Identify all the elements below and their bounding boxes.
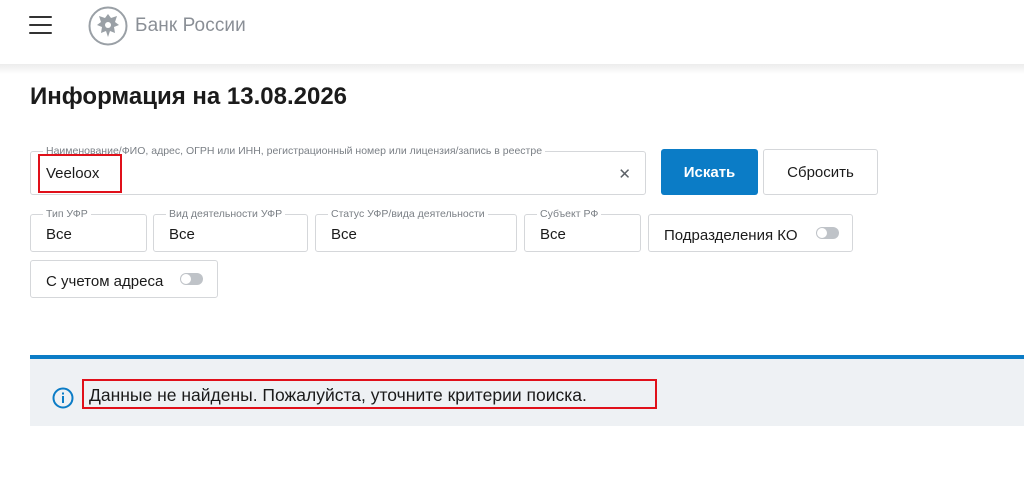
filter-region-value: Все	[540, 226, 566, 243]
info-icon	[52, 387, 74, 409]
address-toggle[interactable]: С учетом адреса	[30, 260, 218, 298]
filter-type-value: Все	[46, 226, 72, 243]
filter-type-label: Тип УФР	[43, 207, 91, 221]
search-value-highlight	[38, 154, 122, 193]
hamburger-menu-icon[interactable]	[29, 16, 53, 34]
header-shadow	[0, 64, 1024, 74]
filter-status-label: Статус УФР/вида деятельности	[328, 207, 488, 221]
alert-message-highlight	[82, 379, 657, 409]
filter-activity-select[interactable]: Вид деятельности УФР Все	[153, 207, 308, 252]
search-input[interactable]: Наименование/ФИО, адрес, ОГРН или ИНН, р…	[30, 144, 646, 195]
top-bar: Банк России	[0, 0, 1024, 64]
page-title: Информация на 13.08.2026	[30, 83, 348, 110]
address-toggle-label: С учетом адреса	[46, 273, 164, 290]
filter-status-value: Все	[331, 226, 357, 243]
address-switch[interactable]	[180, 273, 203, 285]
brand-name[interactable]: Банк России	[135, 15, 246, 37]
branches-switch[interactable]	[816, 227, 839, 239]
filter-status-select[interactable]: Статус УФР/вида деятельности Все	[315, 207, 517, 252]
filter-activity-value: Все	[169, 226, 195, 243]
branches-toggle[interactable]: Подразделения КО	[648, 214, 853, 252]
bank-of-russia-eagle-icon[interactable]	[88, 6, 128, 46]
filter-activity-label: Вид деятельности УФР	[166, 207, 286, 221]
filter-region-select[interactable]: Субъект РФ Все	[524, 207, 641, 252]
filter-type-select[interactable]: Тип УФР Все	[30, 207, 147, 252]
search-button[interactable]: Искать	[661, 149, 758, 195]
branches-toggle-label: Подразделения КО	[664, 227, 798, 244]
close-icon[interactable]: ✕	[618, 165, 631, 183]
filter-region-label: Субъект РФ	[537, 207, 602, 221]
reset-button[interactable]: Сбросить	[763, 149, 878, 195]
